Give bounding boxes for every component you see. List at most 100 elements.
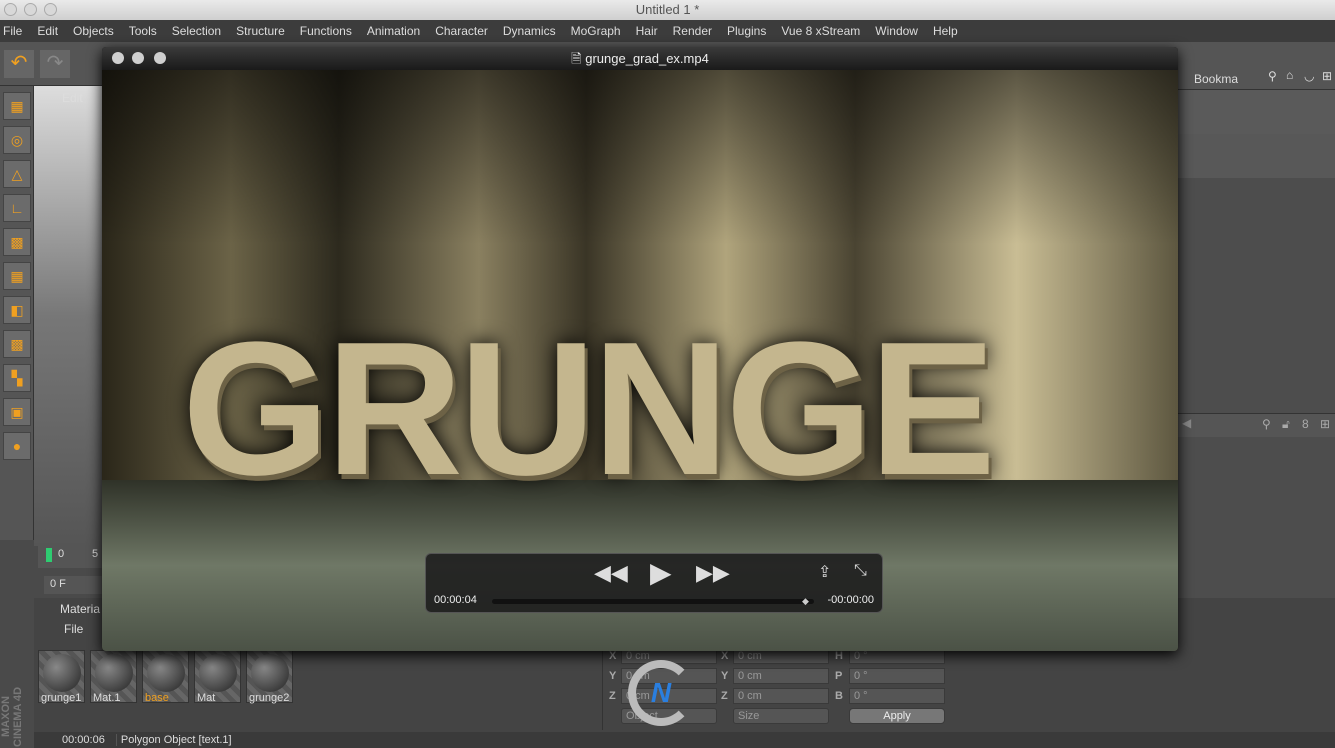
player-minimize-button[interactable] (132, 52, 144, 64)
lock-icon[interactable]: 🔓︎ (1282, 417, 1290, 432)
material-swatch[interactable]: base (142, 650, 189, 704)
new-panel-icon[interactable]: ⊞ (1320, 417, 1330, 431)
material-swatch[interactable]: Mat.1 (90, 650, 137, 704)
player-titlebar: 🗎︎ grunge_grad_ex.mp4 (102, 47, 1178, 70)
menu-mograph[interactable]: MoGraph (571, 24, 621, 38)
material-name: Mat.1 (93, 692, 121, 704)
player-close-button[interactable] (112, 52, 124, 64)
menu-animation[interactable]: Animation (367, 24, 420, 38)
status-message: Polygon Object [text.1] (115, 734, 232, 746)
fast-forward-button[interactable]: ▶▶ (696, 560, 730, 586)
texture-icon[interactable]: ◧ (3, 296, 31, 324)
sculpt-icon[interactable]: ● (3, 432, 31, 460)
play-button[interactable]: ▶ (650, 556, 672, 589)
eye-icon[interactable]: ◡ (1304, 69, 1314, 83)
menu-render[interactable]: Render (673, 24, 712, 38)
watermark-logo: N (628, 660, 694, 726)
window-title: Untitled 1 * (635, 2, 700, 17)
size-mode-dropdown[interactable]: Size (733, 708, 829, 724)
material-name: grunge2 (249, 692, 290, 704)
minimize-button[interactable] (24, 3, 37, 16)
viewport-edit-menu[interactable]: Edit (62, 91, 83, 105)
menu-file[interactable]: File (3, 24, 22, 38)
size-y-field[interactable]: 0 cm (733, 668, 829, 684)
search-icon[interactable]: ⚲ (1262, 417, 1271, 431)
material-name: base (145, 692, 169, 704)
frame-tick: 5 (92, 548, 99, 560)
home-icon[interactable]: ⌂ (1286, 68, 1293, 82)
menu-window[interactable]: Window (875, 24, 918, 38)
menu-functions[interactable]: Functions (300, 24, 352, 38)
fullscreen-icon[interactable]: ⤡ (854, 562, 867, 580)
material-swatch[interactable]: grunge2 (246, 650, 293, 704)
layout-icon[interactable]: ▦ (3, 92, 31, 120)
frame-start: 0 (58, 548, 65, 560)
current-frame-field[interactable]: 0 F (44, 576, 102, 594)
undo-icon[interactable]: ↶ (4, 50, 34, 78)
back-icon[interactable]: ◀ (1182, 416, 1191, 430)
rot-b-field[interactable]: 0 ° (849, 688, 945, 704)
edges-icon[interactable]: ∟ (3, 194, 31, 222)
scrubber-knob[interactable]: ◆ (802, 596, 809, 607)
menu-hair[interactable]: Hair (636, 24, 658, 38)
file-icon: 🗎︎ (571, 51, 582, 66)
maxon-logo: MAXON CINEMA 4D (0, 686, 24, 748)
menu-tools[interactable]: Tools (129, 24, 157, 38)
elapsed-time: 00:00:04 (434, 594, 477, 606)
status-bar: 00:00:06 Polygon Object [text.1] (34, 732, 1335, 748)
viewport[interactable]: Edit (34, 86, 104, 546)
material-file-menu[interactable]: File (64, 622, 83, 636)
zoom-button[interactable] (44, 3, 57, 16)
player-zoom-button[interactable] (154, 52, 166, 64)
object-axis-icon[interactable]: ▩ (3, 330, 31, 358)
timeline[interactable]: 0 5 (38, 546, 102, 568)
menu-objects[interactable]: Objects (73, 24, 114, 38)
menu-plugins[interactable]: Plugins (727, 24, 766, 38)
menu-character[interactable]: Character (435, 24, 488, 38)
bookmarks-label[interactable]: Bookma (1194, 72, 1238, 86)
left-toolbar: ▦ ◎ △ ∟ ▩ ▦ ◧ ▩ ▚ ▣ ● (0, 86, 34, 540)
search-icon[interactable]: ⚲ (1268, 69, 1277, 83)
menu-bar: File Edit Objects Tools Selection Structure Fu… (0, 20, 1335, 42)
menu-selection[interactable]: Selection (172, 24, 221, 38)
rewind-button[interactable]: ◀◀ (594, 560, 628, 586)
material-preview (250, 654, 289, 692)
video-frame[interactable]: GRUNGE ◀◀ ▶ ▶▶ ⇪ ⤡ 00:00:04 ◆ -00:00:00 (102, 70, 1178, 651)
model-icon[interactable]: ◎ (3, 126, 31, 154)
new-panel-icon[interactable]: ⊞ (1322, 69, 1332, 83)
rot-p-field[interactable]: 0 ° (849, 668, 945, 684)
redo-icon[interactable]: ↷ (40, 50, 70, 78)
polygons-icon[interactable]: ▩ (3, 228, 31, 256)
menu-help[interactable]: Help (933, 24, 958, 38)
scrubber[interactable]: ◆ (492, 596, 814, 607)
menu-vue-8-xstream[interactable]: Vue 8 xStream (781, 24, 860, 38)
playback-controls: ◀◀ ▶ ▶▶ ⇪ ⤡ 00:00:04 ◆ -00:00:00 (425, 553, 883, 613)
video-text: GRUNGE (182, 303, 996, 515)
material-preview (198, 654, 237, 692)
material-swatch[interactable]: Mat (194, 650, 241, 704)
app-titlebar: Untitled 1 * (0, 0, 1335, 20)
snap-icon[interactable]: ▣ (3, 398, 31, 426)
material-swatch[interactable]: grunge1 (38, 650, 85, 704)
material-name: Mat (197, 692, 216, 704)
player-title: grunge_grad_ex.mp4 (585, 51, 709, 66)
close-button[interactable] (4, 3, 17, 16)
material-preview (146, 654, 185, 692)
video-player-window: 🗎︎ grunge_grad_ex.mp4 GRUNGE ◀◀ ▶ ▶▶ ⇪ ⤡… (102, 47, 1178, 651)
material-preview (42, 654, 81, 692)
checker-icon[interactable]: ▚ (3, 364, 31, 392)
status-time: 00:00:06 (62, 734, 105, 746)
link-icon[interactable]: 8 (1302, 417, 1309, 431)
menu-structure[interactable]: Structure (236, 24, 285, 38)
remaining-time: -00:00:00 (827, 594, 874, 606)
size-z-field[interactable]: 0 cm (733, 688, 829, 704)
material-preview (94, 654, 133, 692)
material-header: Materia (60, 602, 101, 616)
grid-icon[interactable]: ▦ (3, 262, 31, 290)
material-name: grunge1 (41, 692, 82, 704)
apply-button[interactable]: Apply (849, 708, 945, 724)
menu-edit[interactable]: Edit (37, 24, 58, 38)
menu-dynamics[interactable]: Dynamics (503, 24, 556, 38)
points-icon[interactable]: △ (3, 160, 31, 188)
share-icon[interactable]: ⇪ (818, 562, 831, 582)
